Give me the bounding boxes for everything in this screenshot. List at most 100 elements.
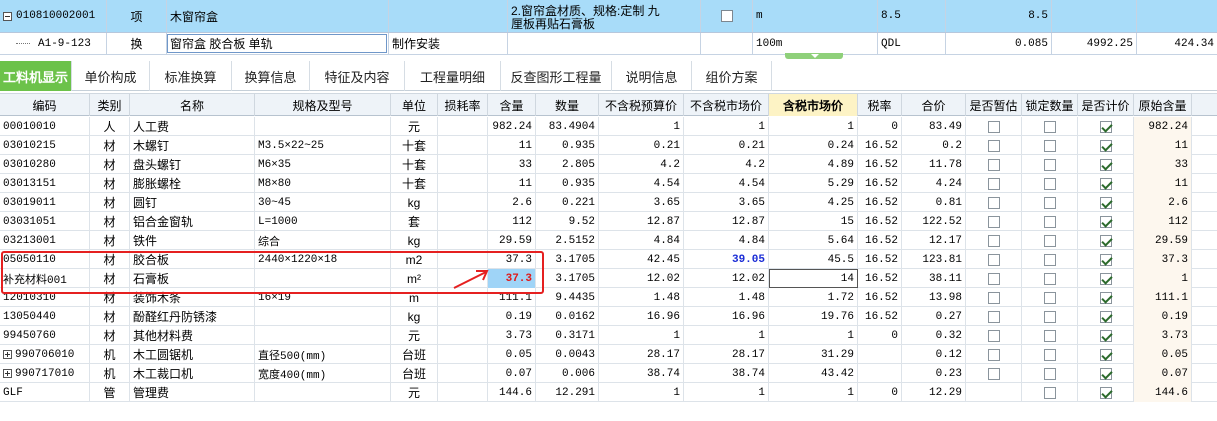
cell-quantity[interactable]: 0.0043 xyxy=(536,345,599,364)
checkbox-icon[interactable] xyxy=(1099,139,1112,152)
cell-quantity[interactable]: 0.935 xyxy=(536,174,599,193)
table-row[interactable]: 990717010 机 木工裁口机 宽度400(mm) 台班 0.07 0.006 38.74… xyxy=(0,364,1217,383)
cell-loss-rate[interactable] xyxy=(438,326,488,345)
cell-original-content[interactable]: 11 xyxy=(1134,136,1192,155)
cell-lock-qty[interactable] xyxy=(1022,117,1078,136)
expand-icon[interactable] xyxy=(3,369,12,378)
cell-content[interactable]: 2.6 xyxy=(488,193,536,212)
cell-content[interactable]: 111.1 xyxy=(488,288,536,307)
cell-tax-rate[interactable]: 16.52 xyxy=(858,250,902,269)
cell-original-content[interactable]: 982.24 xyxy=(1134,117,1192,136)
quota-content-cell[interactable] xyxy=(389,0,508,32)
cell-estimate[interactable] xyxy=(966,136,1022,155)
cell-tax-market[interactable]: 4.25 xyxy=(769,193,858,212)
cell-content[interactable]: 982.24 xyxy=(488,117,536,136)
table-row[interactable]: GLF 管 管理费 元 144.6 12.291 1 1 1 0 12.29 144.6 xyxy=(0,383,1217,402)
cell-loss-rate[interactable] xyxy=(438,250,488,269)
cell-content[interactable]: 11 xyxy=(488,136,536,155)
cell-lock-qty[interactable] xyxy=(1022,155,1078,174)
cell-tax-rate[interactable]: 16.52 xyxy=(858,193,902,212)
cell-quantity[interactable]: 2.805 xyxy=(536,155,599,174)
checkbox-icon[interactable] xyxy=(1099,120,1112,133)
cell-quantity[interactable]: 9.4435 xyxy=(536,288,599,307)
checkbox-icon[interactable] xyxy=(1043,291,1056,304)
cell-quantity[interactable]: 3.1705 xyxy=(536,269,599,288)
cell-lock-qty[interactable] xyxy=(1022,383,1078,402)
cell-lock-qty[interactable] xyxy=(1022,174,1078,193)
cell-tax-rate[interactable]: 0 xyxy=(858,117,902,136)
cell-tax-market[interactable]: 0.24 xyxy=(769,136,858,155)
cell-content[interactable]: 0.05 xyxy=(488,345,536,364)
cell-tax-market[interactable]: 1.72 xyxy=(769,288,858,307)
cell-content[interactable]: 11 xyxy=(488,174,536,193)
quota-qty-expr[interactable]: 8.5 xyxy=(878,0,946,32)
quota-checkbox-cell[interactable] xyxy=(701,0,753,32)
checkbox-icon[interactable] xyxy=(1043,272,1056,285)
cell-quantity[interactable]: 83.4904 xyxy=(536,117,599,136)
cell-original-content[interactable]: 0.05 xyxy=(1134,345,1192,364)
cell-is-priced[interactable] xyxy=(1078,364,1134,383)
cell-content[interactable]: 0.07 xyxy=(488,364,536,383)
header-name[interactable]: 名称 xyxy=(130,94,255,116)
cell-pretax-market[interactable]: 38.74 xyxy=(684,364,769,383)
cell-lock-qty[interactable] xyxy=(1022,212,1078,231)
cell-tax-rate[interactable]: 0 xyxy=(858,326,902,345)
checkbox-icon[interactable] xyxy=(987,120,1000,133)
table-row[interactable]: 03010215 材 木螺钉 M3.5×22~25 十套 11 0.935 0.21 0.21 0… xyxy=(0,136,1217,155)
header-estimate[interactable]: 是否暂估 xyxy=(966,94,1022,116)
checkbox-icon[interactable] xyxy=(1043,120,1056,133)
cell-is-priced[interactable] xyxy=(1078,174,1134,193)
checkbox-icon[interactable] xyxy=(1099,196,1112,209)
checkbox-icon[interactable] xyxy=(1043,253,1056,266)
checkbox-icon[interactable] xyxy=(987,310,1000,323)
tab-conversion-info[interactable]: 换算信息 xyxy=(232,61,310,91)
checkbox-icon[interactable] xyxy=(987,348,1000,361)
cell-tax-rate[interactable]: 16.52 xyxy=(858,288,902,307)
cell-estimate[interactable] xyxy=(966,174,1022,193)
cell-pretax-market[interactable]: 0.21 xyxy=(684,136,769,155)
table-row[interactable]: 12010310 材 装饰木条 16×19 m 111.1 9.4435 1.48 1.48 1.… xyxy=(0,288,1217,307)
checkbox-icon[interactable] xyxy=(1043,158,1056,171)
cell-estimate[interactable] xyxy=(966,326,1022,345)
quota-code-cell[interactable]: 010810002001 xyxy=(0,0,107,32)
quota-name[interactable]: 木窗帘盒 xyxy=(167,0,389,32)
table-row[interactable]: 03010280 材 盘头螺钉 M6×35 十套 33 2.805 4.2 4.2 4.89 16.… xyxy=(0,155,1217,174)
header-category[interactable]: 类别 xyxy=(90,94,130,116)
cell-is-priced[interactable] xyxy=(1078,383,1134,402)
cell-lock-qty[interactable] xyxy=(1022,364,1078,383)
header-pretax-budget[interactable]: 不含税预算价 xyxy=(599,94,684,116)
cell-loss-rate[interactable] xyxy=(438,174,488,193)
table-row[interactable]: 03013151 材 膨胀螺栓 M8×80 十套 11 0.935 4.54 4.54 5.29 1… xyxy=(0,174,1217,193)
item-expr[interactable]: QDL xyxy=(878,33,946,54)
cell-is-priced[interactable] xyxy=(1078,136,1134,155)
cell-tax-market[interactable]: 43.42 xyxy=(769,364,858,383)
cell-tax-rate[interactable]: 16.52 xyxy=(858,212,902,231)
table-row[interactable]: 03213001 材 铁件 综合 kg 29.59 2.5152 4.84 4.84 5.64 16… xyxy=(0,231,1217,250)
cell-tax-market[interactable]: 1 xyxy=(769,326,858,345)
cell-original-content[interactable]: 112 xyxy=(1134,212,1192,231)
checkbox-icon[interactable] xyxy=(1043,196,1056,209)
cell-tax-market[interactable]: 5.29 xyxy=(769,174,858,193)
cell-original-content[interactable]: 37.3 xyxy=(1134,250,1192,269)
header-content[interactable]: 含量 xyxy=(488,94,536,116)
cell-quantity[interactable]: 0.3171 xyxy=(536,326,599,345)
header-pretax-market[interactable]: 不含税市场价 xyxy=(684,94,769,116)
table-row[interactable]: 99450760 材 其他材料费 元 3.73 0.3171 1 1 1 0 0.32 3.73 xyxy=(0,326,1217,345)
item-content[interactable]: 制作安装 xyxy=(389,33,508,54)
item-name-cell[interactable]: 窗帘盒 胶合板 单轨 xyxy=(167,33,389,54)
header-unit[interactable]: 单位 xyxy=(391,94,438,116)
cell-is-priced[interactable] xyxy=(1078,193,1134,212)
cell-lock-qty[interactable] xyxy=(1022,288,1078,307)
cell-estimate[interactable] xyxy=(966,212,1022,231)
cell-original-content[interactable]: 144.6 xyxy=(1134,383,1192,402)
tab-labor-material[interactable]: 工料机显示 xyxy=(0,61,72,91)
header-total[interactable]: 合价 xyxy=(902,94,966,116)
checkbox-icon[interactable] xyxy=(1043,177,1056,190)
checkbox-icon[interactable] xyxy=(987,215,1000,228)
header-original-content[interactable]: 原始含量 xyxy=(1134,94,1192,116)
header-is-priced[interactable]: 是否计价 xyxy=(1078,94,1134,116)
table-row[interactable]: 00010010 人 人工费 元 982.24 83.4904 1 1 1 0 83.49 982.2… xyxy=(0,117,1217,136)
cell-estimate[interactable] xyxy=(966,383,1022,402)
cell-pretax-market[interactable]: 4.54 xyxy=(684,174,769,193)
cell-tax-rate[interactable]: 16.52 xyxy=(858,155,902,174)
